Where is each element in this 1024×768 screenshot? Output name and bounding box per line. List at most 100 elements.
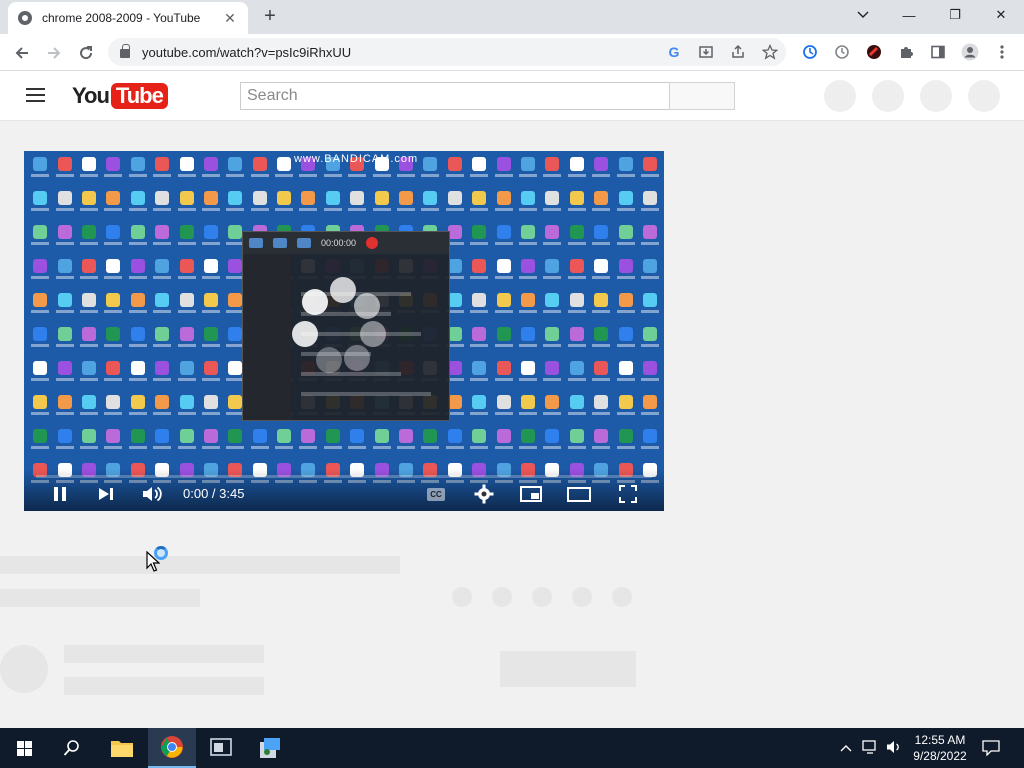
desktop-icon (28, 153, 52, 187)
reload-button[interactable] (73, 40, 99, 66)
desktop-icon (272, 425, 296, 459)
desktop-icon (613, 221, 637, 255)
desktop-icon (28, 323, 52, 357)
taskbar-clock[interactable]: 12:55 AM 9/28/2022 (910, 732, 970, 764)
search-icon (63, 740, 79, 756)
miniplayer-button[interactable] (519, 483, 543, 505)
desktop-icon (565, 255, 589, 289)
chrome-icon (161, 736, 183, 758)
desktop-icon (150, 153, 174, 187)
app-taskbar-button[interactable] (246, 728, 294, 768)
desktop-icon (540, 289, 564, 323)
desktop-icon (52, 323, 76, 357)
chrome-menu-icon[interactable] (992, 42, 1012, 62)
desktop-icon (126, 323, 150, 357)
desktop-icon (491, 425, 515, 459)
back-button[interactable] (9, 40, 35, 66)
desktop-icon (52, 357, 76, 391)
desktop-icon (613, 289, 637, 323)
show-hidden-icons-button[interactable] (840, 740, 852, 755)
desktop-icon (589, 323, 613, 357)
theater-icon (567, 486, 591, 502)
start-button[interactable] (0, 728, 48, 768)
red-extension-icon[interactable] (864, 42, 884, 62)
desktop-icon (101, 323, 125, 357)
new-tab-button[interactable]: + (258, 4, 282, 28)
desktop-icon (52, 425, 76, 459)
desktop-icon (150, 357, 174, 391)
desktop-icon (540, 153, 564, 187)
theater-mode-button[interactable] (567, 483, 591, 505)
pause-icon (54, 487, 66, 501)
desktop-icon (28, 425, 52, 459)
desktop-icon (418, 425, 442, 459)
search-taskbar-button[interactable] (48, 728, 96, 768)
extensions-puzzle-icon[interactable] (896, 42, 916, 62)
desktop-icon (223, 425, 247, 459)
address-bar[interactable]: youtube.com/watch?v=psIc9iRhxUU (108, 38, 786, 66)
forward-arrow-icon (48, 47, 61, 59)
desktop-icon (467, 323, 491, 357)
desktop-icon (101, 357, 125, 391)
forward-button[interactable] (41, 40, 67, 66)
desktop-icon (150, 323, 174, 357)
share-icon[interactable] (728, 42, 748, 62)
restore-button[interactable]: ❐ (932, 0, 978, 30)
desktop-icon (565, 187, 589, 221)
desktop-icon (126, 187, 150, 221)
profile-avatar-icon[interactable] (960, 42, 980, 62)
captions-button[interactable]: CC (424, 483, 448, 505)
volume-button[interactable] (140, 483, 164, 505)
desktop-icon (126, 289, 150, 323)
desktop-icon (101, 289, 125, 323)
close-window-button[interactable]: ✕ (978, 0, 1024, 30)
search-button[interactable] (669, 82, 735, 110)
window-app-taskbar-button[interactable] (197, 728, 245, 768)
subscribe-button-placeholder (500, 651, 636, 687)
progress-bar[interactable] (36, 475, 652, 478)
network-icon[interactable] (862, 740, 880, 757)
clock-extension-icon[interactable] (832, 42, 852, 62)
desktop-icon (589, 255, 613, 289)
settings-button[interactable] (472, 483, 496, 505)
desktop-icon (516, 153, 540, 187)
google-lens-icon[interactable]: G (664, 42, 684, 62)
busy-indicator-icon (154, 546, 168, 560)
chrome-taskbar-button[interactable] (148, 728, 196, 768)
desktop-icon (516, 425, 540, 459)
tab-close-icon[interactable]: ✕ (222, 10, 238, 27)
desktop-icon (516, 221, 540, 255)
desktop-icon (443, 153, 467, 187)
pause-button[interactable] (48, 483, 72, 505)
tab-search-icon[interactable] (840, 0, 886, 30)
youtube-logo[interactable]: You Tube (72, 83, 168, 109)
desktop-icon (345, 187, 369, 221)
record-dot-icon (366, 237, 379, 249)
desktop-icon (77, 187, 101, 221)
file-explorer-taskbar-button[interactable] (98, 728, 146, 768)
action-center-icon[interactable] (982, 740, 1000, 759)
bookmark-star-icon[interactable] (760, 42, 780, 62)
volume-tray-icon[interactable] (886, 740, 902, 757)
guide-menu-icon[interactable] (26, 88, 45, 102)
video-player[interactable]: www.BANDICAM.com 00:00:00 0:00 / 3:45 CC (24, 151, 664, 511)
side-panel-icon[interactable] (928, 42, 948, 62)
minimize-button[interactable]: — (886, 0, 932, 30)
next-button[interactable] (94, 483, 118, 505)
desktop-icon (638, 255, 662, 289)
desktop-icon (28, 289, 52, 323)
desktop-icon (540, 391, 564, 425)
desktop-icon (443, 425, 467, 459)
search-input[interactable]: Search (240, 82, 670, 110)
desktop-icon (52, 391, 76, 425)
desktop-icon (199, 425, 223, 459)
time-display: 0:00 / 3:45 (183, 486, 245, 501)
browser-tab[interactable]: chrome 2008-2009 - YouTube ✕ (8, 2, 248, 34)
views-placeholder (0, 589, 200, 607)
fullscreen-button[interactable] (616, 483, 640, 505)
desktop-icon (516, 289, 540, 323)
history-extension-icon[interactable] (800, 42, 820, 62)
install-app-icon[interactable] (696, 42, 716, 62)
desktop-icon (126, 391, 150, 425)
volume-icon (143, 486, 162, 502)
